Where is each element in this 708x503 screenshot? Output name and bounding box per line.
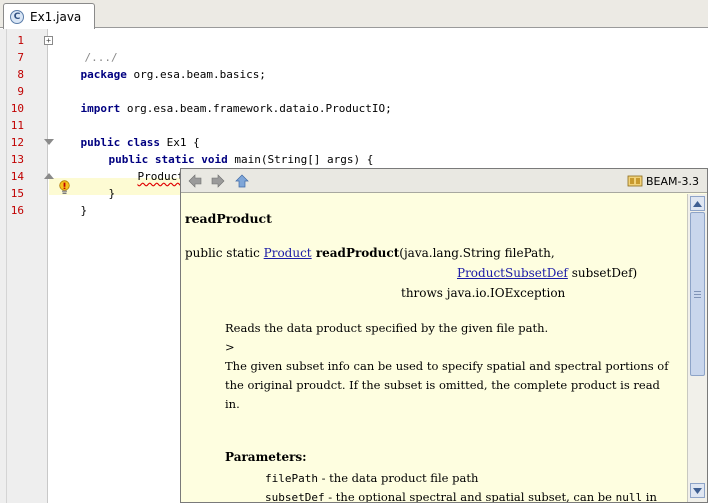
- back-button[interactable]: [186, 172, 204, 190]
- line-number: 16: [10, 204, 24, 217]
- signature-line-2: ProductSubsetDef subsetDef): [457, 266, 637, 280]
- forward-button[interactable]: [209, 172, 227, 190]
- parameter-item: subsetDef - the optional spectral and sp…: [265, 488, 685, 502]
- scroll-grip: [694, 294, 701, 295]
- sig-modifiers: public static: [185, 246, 264, 260]
- code-line-13: ProductIO.readProduct("", null);: [111, 151, 350, 183]
- line-number: 12: [10, 136, 24, 149]
- line-number: 1: [17, 34, 24, 47]
- fold-expand-icon[interactable]: +: [44, 36, 53, 45]
- code-line-15: }: [54, 185, 88, 217]
- open-in-browser-button[interactable]: [233, 172, 251, 190]
- code-line-14: }: [82, 168, 116, 200]
- code-line-12: public static void main(String[] args) {: [82, 134, 374, 166]
- keyword: package: [80, 68, 127, 81]
- param-name: filePath: [265, 472, 318, 485]
- line-number: 14: [10, 170, 24, 183]
- line-number: 7: [17, 51, 24, 64]
- library-badge: BEAM-3.3: [627, 172, 699, 190]
- scroll-grip: [694, 297, 701, 298]
- line-number: 8: [17, 68, 24, 81]
- code-line-9: import org.esa.beam.framework.dataio.Pro…: [54, 83, 392, 115]
- javadoc-scrollbar[interactable]: [687, 194, 707, 502]
- scroll-up-button[interactable]: [690, 196, 705, 211]
- javadoc-toolbar: BEAM-3.3: [181, 169, 707, 193]
- scroll-down-icon: [693, 487, 702, 494]
- description-paragraph: The given subset info can be used to spe…: [225, 359, 669, 411]
- param-name: subsetDef: [265, 491, 325, 502]
- import-name: org.esa.beam.framework.dataio.ProductIO;: [120, 102, 392, 115]
- line-number: 10: [10, 102, 24, 115]
- method-title: readProduct: [185, 211, 272, 226]
- line-number: 11: [10, 119, 24, 132]
- up-arrow-icon: [235, 174, 249, 188]
- parameter-item: filePath - the data product file path: [265, 469, 685, 488]
- scroll-down-button[interactable]: [690, 483, 705, 498]
- description-line: >: [225, 340, 235, 354]
- package-name: org.esa.beam.basics;: [126, 68, 266, 81]
- code-line-1: /.../: [58, 32, 118, 64]
- sig-params-2: subsetDef): [567, 266, 638, 280]
- subset-def-link[interactable]: ProductSubsetDef: [457, 266, 568, 280]
- line-number: 15: [10, 187, 24, 200]
- closing-brace: }: [80, 204, 88, 217]
- javadoc-content: readProduct public static Product readPr…: [181, 194, 687, 502]
- code-line-11: public class Ex1 {: [54, 117, 200, 149]
- back-arrow-icon: [188, 174, 202, 188]
- param-desc: - the optional spectral and spatial subs…: [324, 490, 616, 502]
- code-line-7: package org.esa.beam.basics;: [54, 49, 266, 81]
- scroll-grip: [694, 291, 701, 292]
- line-number: 9: [17, 85, 24, 98]
- forward-arrow-icon: [211, 174, 225, 188]
- library-jar-icon: [627, 175, 643, 187]
- description-line: Reads the data product specified by the …: [225, 321, 549, 335]
- param-code: null: [615, 491, 643, 502]
- product-type-link[interactable]: Product: [264, 246, 312, 260]
- library-label: BEAM-3.3: [646, 174, 699, 188]
- sig-method-name: readProduct: [311, 246, 400, 260]
- signature-throws: throws java.io.IOException: [401, 286, 566, 300]
- parameters-heading: Parameters:: [225, 450, 307, 464]
- javadoc-popup[interactable]: BEAM-3.3 readProduct public static Produ…: [180, 168, 708, 503]
- scroll-thumb[interactable]: [690, 212, 705, 376]
- editor-tab-bar: C Ex1.java: [0, 0, 708, 29]
- closing-brace: }: [108, 187, 116, 200]
- keyword: import: [80, 102, 121, 115]
- java-class-icon: C: [10, 9, 24, 24]
- signature-line-1: public static Product readProduct(java.l…: [185, 246, 555, 260]
- tab-ex1-java[interactable]: C Ex1.java: [3, 3, 95, 29]
- sig-params-1: (java.lang.String filePath,: [399, 246, 555, 260]
- fold-end-icon[interactable]: [44, 173, 54, 179]
- line-number: 13: [10, 153, 24, 166]
- scroll-up-icon: [693, 200, 702, 207]
- fold-collapse-icon[interactable]: [44, 139, 54, 145]
- param-desc: - the data product file path: [317, 471, 479, 485]
- tab-label: Ex1.java: [30, 9, 82, 24]
